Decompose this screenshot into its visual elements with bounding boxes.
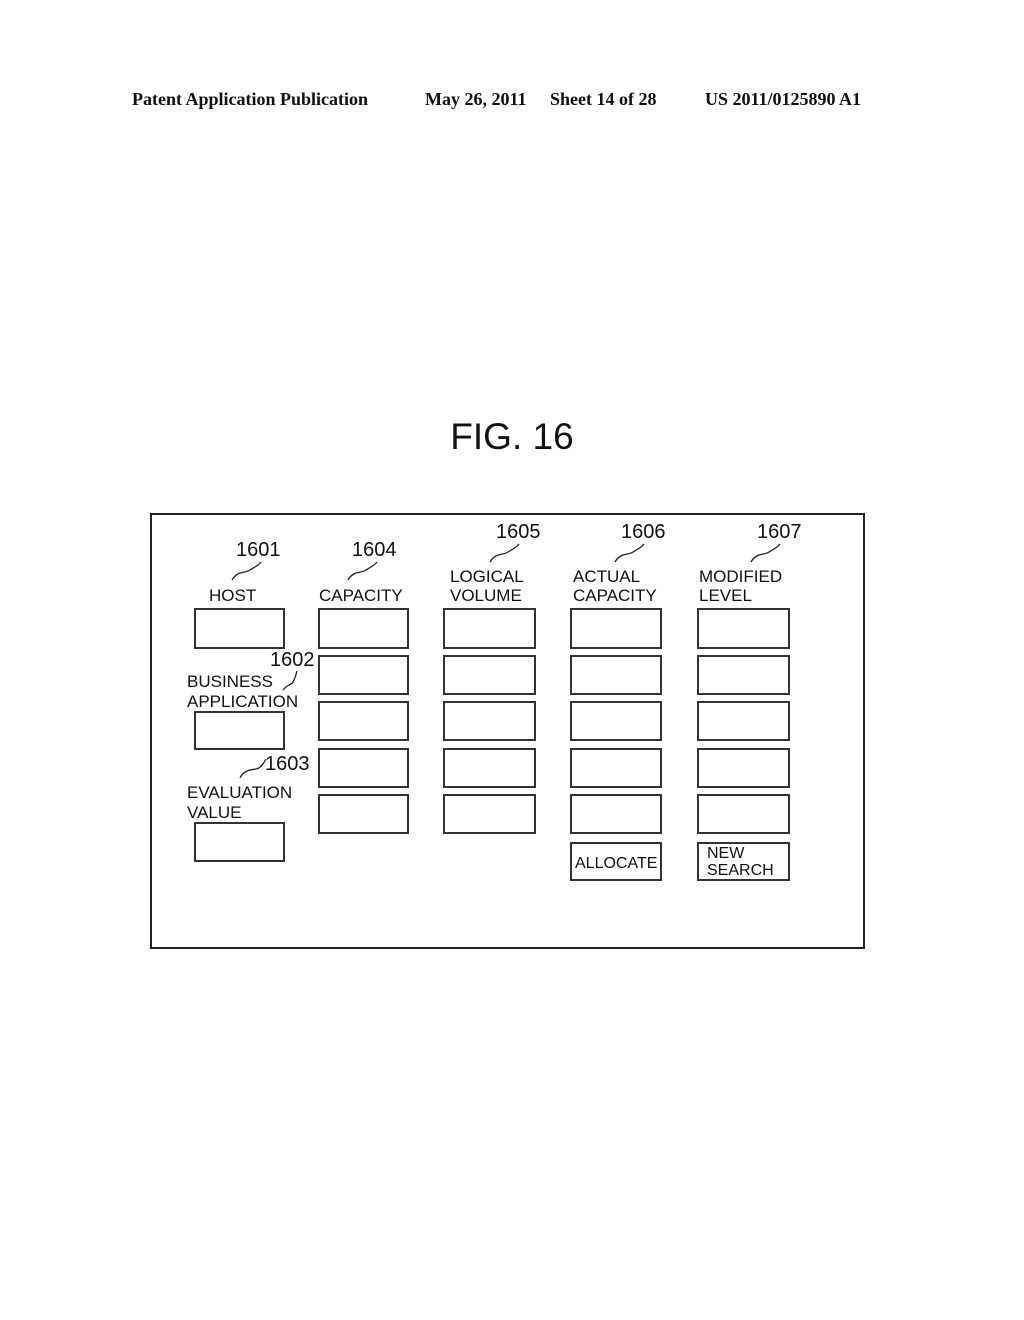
ref-1607: 1607 bbox=[757, 521, 802, 543]
leader-line-1603 bbox=[239, 758, 267, 779]
ref-1606: 1606 bbox=[621, 521, 666, 543]
capacity-field-3[interactable] bbox=[318, 701, 409, 741]
capacity-field-5[interactable] bbox=[318, 794, 409, 834]
business-application-label-line1: BUSINESS bbox=[187, 672, 273, 691]
logical-volume-label-line2: VOLUME bbox=[450, 586, 522, 605]
actual-capacity-field-1[interactable] bbox=[570, 608, 662, 649]
capacity-field-1[interactable] bbox=[318, 608, 409, 649]
logical-volume-field-4[interactable] bbox=[443, 748, 536, 788]
actual-capacity-field-3[interactable] bbox=[570, 701, 662, 741]
actual-capacity-field-4[interactable] bbox=[570, 748, 662, 788]
ref-1603: 1603 bbox=[265, 753, 310, 775]
new-search-label-line2: SEARCH bbox=[707, 862, 774, 879]
actual-capacity-label-line1: ACTUAL bbox=[573, 567, 641, 586]
modified-level-label-line2: LEVEL bbox=[699, 586, 752, 605]
leader-line-1604 bbox=[347, 561, 378, 581]
logical-volume-label-line1: LOGICAL bbox=[450, 567, 524, 586]
leader-line-1602 bbox=[282, 670, 298, 691]
modified-level-field-1[interactable] bbox=[697, 608, 790, 649]
evaluation-value-field[interactable] bbox=[194, 822, 285, 862]
ref-1605: 1605 bbox=[496, 521, 541, 543]
capacity-field-2[interactable] bbox=[318, 655, 409, 695]
modified-level-field-2[interactable] bbox=[697, 655, 790, 695]
logical-volume-field-1[interactable] bbox=[443, 608, 536, 649]
leader-line-1601 bbox=[231, 561, 262, 581]
actual-capacity-field-5[interactable] bbox=[570, 794, 662, 834]
ref-1604: 1604 bbox=[352, 539, 397, 561]
modified-level-field-3[interactable] bbox=[697, 701, 790, 741]
host-field[interactable] bbox=[194, 608, 285, 649]
logical-volume-field-5[interactable] bbox=[443, 794, 536, 834]
publication-type: Patent Application Publication bbox=[132, 89, 369, 109]
capacity-field-4[interactable] bbox=[318, 748, 409, 788]
capacity-label: CAPACITY bbox=[319, 586, 403, 605]
new-search-label-line1: NEW bbox=[707, 845, 745, 862]
evaluation-value-label-line1: EVALUATION bbox=[187, 783, 293, 802]
sheet-number: Sheet 14 of 28 bbox=[550, 89, 657, 109]
logical-volume-field-3[interactable] bbox=[443, 701, 536, 741]
modified-level-field-5[interactable] bbox=[697, 794, 790, 834]
modified-level-field-4[interactable] bbox=[697, 748, 790, 788]
modified-level-label-line1: MODIFIED bbox=[699, 567, 783, 586]
logical-volume-field-2[interactable] bbox=[443, 655, 536, 695]
actual-capacity-field-2[interactable] bbox=[570, 655, 662, 695]
host-label: HOST bbox=[209, 586, 257, 605]
ref-1602: 1602 bbox=[270, 649, 315, 671]
patent-header: Patent Application Publication May 26, 2… bbox=[0, 89, 1024, 115]
figure-title: FIG. 16 bbox=[450, 416, 574, 457]
publication-date: May 26, 2011 bbox=[425, 89, 527, 109]
evaluation-value-label-line2: VALUE bbox=[187, 803, 242, 822]
patent-number: US 2011/0125890 A1 bbox=[705, 89, 862, 109]
business-application-field[interactable] bbox=[194, 711, 285, 750]
leader-line-1607 bbox=[750, 543, 781, 563]
business-application-label-line2: APPLICATION bbox=[187, 692, 299, 711]
ref-1601: 1601 bbox=[236, 539, 281, 561]
allocate-button[interactable]: ALLOCATE bbox=[570, 842, 662, 881]
new-search-button[interactable]: NEW SEARCH bbox=[697, 842, 790, 881]
leader-line-1606 bbox=[614, 543, 645, 563]
leader-line-1605 bbox=[489, 543, 520, 563]
actual-capacity-label-line2: CAPACITY bbox=[573, 586, 657, 605]
